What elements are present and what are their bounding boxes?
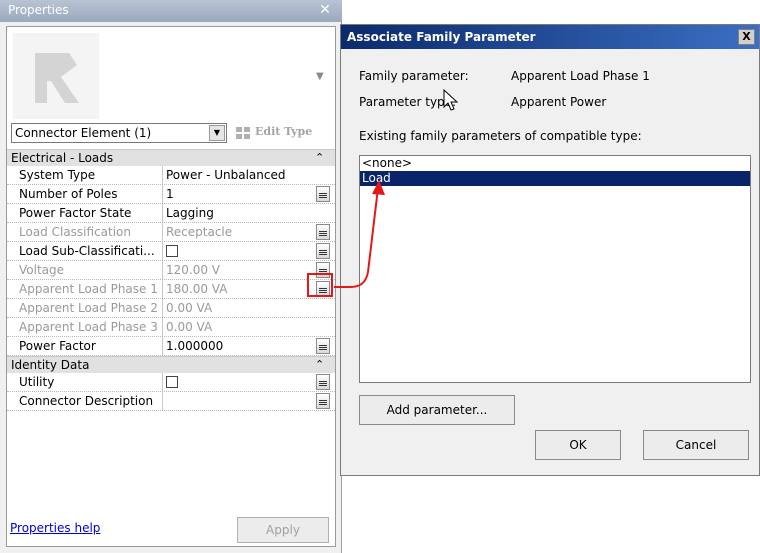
property-name: Utility <box>19 373 163 391</box>
property-row[interactable]: Apparent Load Phase 3 0.00 VA <box>7 318 335 337</box>
property-name: Power Factor <box>19 337 163 355</box>
family-parameter-value: Apparent Load Phase 1 <box>511 69 650 83</box>
associate-family-parameter-dialog: Associate Family Parameter X Family para… <box>340 24 760 476</box>
property-row[interactable]: Power Factor State Lagging <box>7 204 335 223</box>
annotation-highlight-box <box>307 273 333 297</box>
property-value: 0.00 VA <box>166 301 213 315</box>
edit-type-icon[interactable] <box>235 126 251 140</box>
property-row[interactable]: Number of Poles 1 <box>7 185 335 204</box>
property-value: 120.00 V <box>166 263 221 277</box>
associate-parameter-button[interactable] <box>316 186 330 202</box>
property-checkbox[interactable] <box>166 376 178 388</box>
dialog-title: Associate Family Parameter <box>347 30 536 44</box>
property-name: Apparent Load Phase 3 <box>19 318 163 336</box>
parameter-list-item[interactable]: Load <box>360 171 750 186</box>
associate-parameter-button[interactable] <box>316 243 330 259</box>
property-row[interactable]: Voltage 120.00 V <box>7 261 335 280</box>
family-preview-icon <box>13 33 99 119</box>
property-row[interactable]: System Type Power - Unbalanced <box>7 166 335 185</box>
add-parameter-button[interactable]: Add parameter... <box>359 395 515 425</box>
property-name: Voltage <box>19 261 163 279</box>
ok-button[interactable]: OK <box>535 430 621 460</box>
property-row[interactable]: Connector Description <box>7 392 335 411</box>
property-name: System Type <box>19 166 163 184</box>
parameter-list-item[interactable]: <none> <box>360 156 750 171</box>
property-value: 0.00 VA <box>166 320 213 334</box>
property-name: Apparent Load Phase 2 <box>19 299 163 317</box>
associate-parameter-button[interactable] <box>316 393 330 409</box>
existing-parameters-list[interactable]: <none> Load <box>359 155 751 383</box>
cancel-button[interactable]: Cancel <box>643 430 749 460</box>
property-group-label: Electrical - Loads <box>11 151 114 165</box>
property-group-header[interactable]: Electrical - Loads ⌃ <box>7 149 335 166</box>
property-row[interactable]: Utility <box>7 373 335 392</box>
property-name: Number of Poles <box>19 185 163 203</box>
property-row[interactable]: Apparent Load Phase 2 0.00 VA <box>7 299 335 318</box>
property-row[interactable]: Apparent Load Phase 1 180.00 VA <box>7 280 335 299</box>
properties-panel: ▼ Connector Element (1) ▼ Edit Type Elec… <box>6 26 336 547</box>
property-value[interactable]: 1 <box>166 185 312 203</box>
properties-help-link[interactable]: Properties help <box>10 521 100 535</box>
property-group-header[interactable]: Identity Data ⌃ <box>7 356 335 373</box>
property-value[interactable]: Lagging <box>166 204 312 222</box>
close-icon[interactable]: ✕ <box>316 2 334 19</box>
property-value[interactable]: 1.000000 <box>166 337 312 355</box>
property-name: Load Classification <box>19 223 163 241</box>
property-value[interactable]: Power - Unbalanced <box>166 166 312 184</box>
preview-dropdown-icon[interactable]: ▼ <box>316 71 324 82</box>
property-name: Load Sub-Classificati... <box>19 242 163 260</box>
properties-grid: Electrical - Loads ⌃ System Type Power - Un… <box>7 149 335 411</box>
properties-palette: Properties ✕ ▼ Connector Element (1) ▼ E… <box>0 0 342 553</box>
collapse-chevron-icon[interactable]: ⌃ <box>315 357 324 373</box>
property-name: Connector Description <box>19 392 163 410</box>
properties-title: Properties <box>8 3 69 17</box>
collapse-chevron-icon[interactable]: ⌃ <box>315 150 324 166</box>
property-row[interactable]: Load Classification Receptacle <box>7 223 335 242</box>
associate-parameter-button[interactable] <box>316 224 330 240</box>
property-checkbox[interactable] <box>166 245 178 257</box>
parameter-type-value: Apparent Power <box>511 95 607 109</box>
dialog-close-button[interactable]: X <box>738 29 755 45</box>
type-selector-value: Connector Element (1) <box>15 126 152 140</box>
property-group-label: Identity Data <box>11 358 90 372</box>
chevron-down-icon[interactable]: ▼ <box>209 125 225 141</box>
properties-title-bar[interactable]: Properties <box>0 0 342 22</box>
family-parameter-label: Family parameter: <box>359 69 469 83</box>
associate-parameter-button[interactable] <box>316 374 330 390</box>
edit-type-button[interactable]: Edit Type <box>255 125 312 138</box>
mouse-pointer-icon <box>443 89 459 111</box>
dialog-title-bar[interactable]: Associate Family Parameter <box>341 25 759 49</box>
property-name: Apparent Load Phase 1 <box>19 280 163 298</box>
apply-button[interactable]: Apply <box>237 517 329 543</box>
property-row[interactable]: Load Sub-Classificati... <box>7 242 335 261</box>
property-name: Power Factor State <box>19 204 163 222</box>
associate-parameter-button[interactable] <box>316 338 330 354</box>
property-checkbox-cell[interactable] <box>166 242 312 260</box>
parameter-type-label: Parameter type: <box>359 95 457 109</box>
property-checkbox-cell[interactable] <box>166 373 312 391</box>
property-value: Receptacle <box>166 225 233 239</box>
property-row[interactable]: Power Factor 1.000000 <box>7 337 335 356</box>
existing-parameters-label: Existing family parameters of compatible… <box>359 129 642 143</box>
type-selector[interactable]: Connector Element (1) ▼ <box>11 123 227 143</box>
property-value[interactable] <box>166 392 312 410</box>
property-value: 180.00 VA <box>166 282 228 296</box>
